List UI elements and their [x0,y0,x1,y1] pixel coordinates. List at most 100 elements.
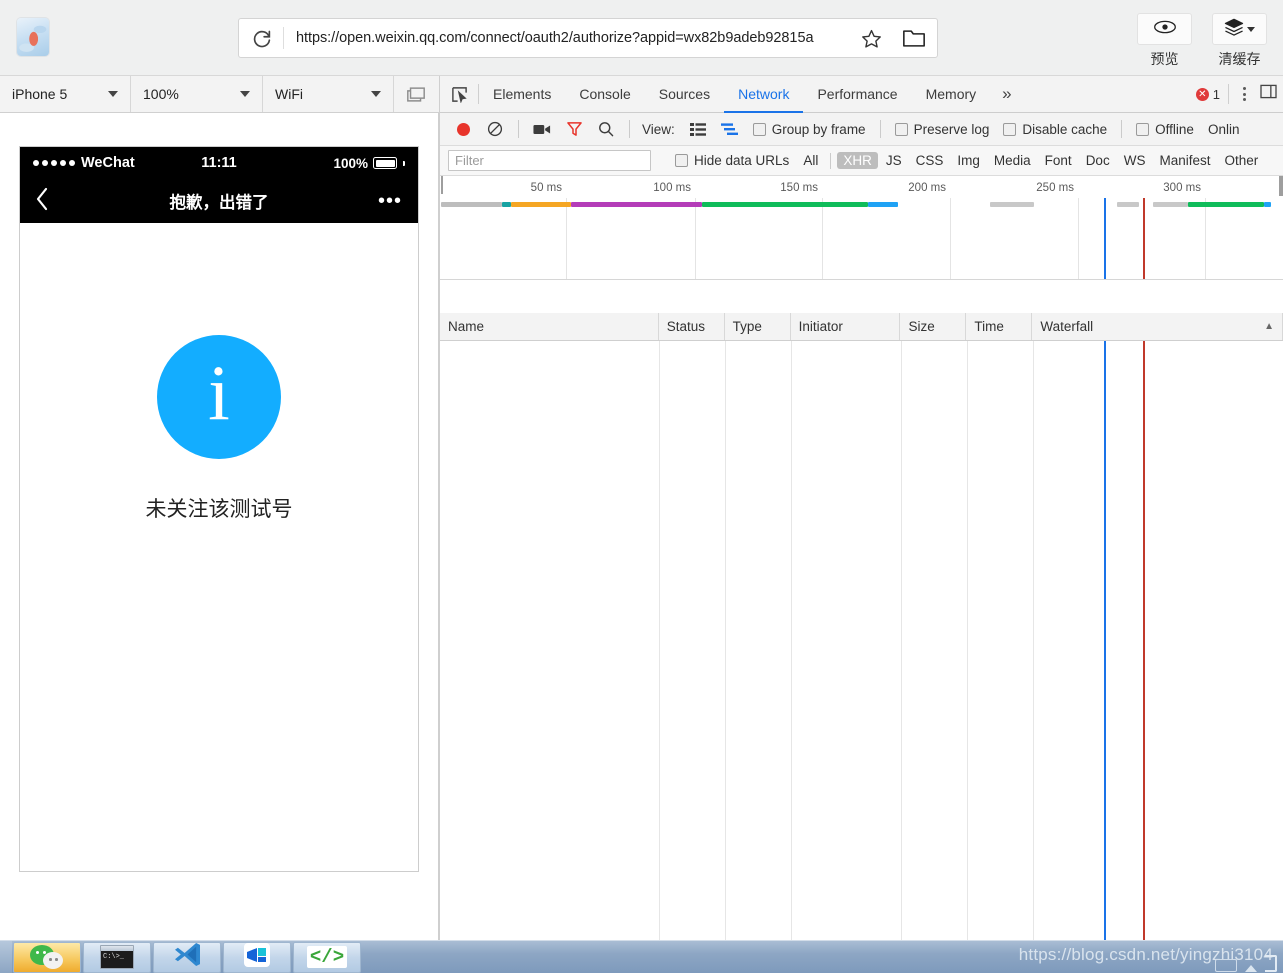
overview-request-band [1188,202,1264,207]
column-header-label: Status [666,319,705,334]
code-editor-icon: </> [306,946,348,968]
tab-console[interactable]: Console [565,76,644,113]
tab-network[interactable]: Network [724,76,804,113]
wechat-nav-bar: 抱歉，出错了 ••• [20,179,418,223]
more-dots-icon[interactable]: ••• [378,191,402,211]
network-throttle-value: WiFi [275,86,303,102]
info-circle-icon: i [157,335,281,459]
device-select-value: iPhone 5 [12,86,68,102]
tabbar-divider-right [1228,84,1229,104]
filter-type-font[interactable]: Font [1039,152,1078,169]
waterfall-view-icon[interactable] [715,117,745,141]
more-tabs-icon[interactable]: » [990,76,1023,112]
preserve-log-checkbox[interactable]: Preserve log [889,122,996,137]
bookmark-star-icon[interactable] [851,28,891,49]
clear-cache-button[interactable]: 清缓存 [1212,13,1267,69]
filter-input[interactable] [448,150,651,171]
clear-icon[interactable] [480,117,510,141]
chevron-down-icon [371,91,381,97]
site-favicon-icon [17,18,49,56]
filter-type-doc[interactable]: Doc [1080,152,1116,169]
network-overview-timeline[interactable]: 50 ms 100 ms 150 ms 200 ms 250 ms 300 ms [440,176,1283,280]
eye-icon [1153,19,1177,40]
filter-type-js[interactable]: JS [880,152,908,169]
device-select[interactable]: iPhone 5 [0,76,131,112]
preview-button[interactable]: 预览 [1137,13,1192,69]
dock-position-icon[interactable] [1260,84,1277,104]
column-header-label: Type [732,319,762,334]
page-title: 抱歉，出错了 [169,194,269,212]
filter-type-other[interactable]: Other [1218,152,1264,169]
network-throttle-select[interactable]: WiFi [263,76,394,112]
os-taskbar: C:\>_ </> https://blog.csdn.net/yingzhi3… [0,940,1283,973]
column-header-type[interactable]: Type [725,313,791,340]
toolbar-divider [518,120,519,138]
requests-table-header: Name Status Type Initiator Size Time Waterfall… [440,313,1283,341]
filter-type-manifest[interactable]: Manifest [1153,152,1216,169]
record-button[interactable] [448,117,478,141]
checkbox-box [675,154,688,167]
keyboard-icon[interactable] [1215,959,1237,972]
filter-type-media[interactable]: Media [988,152,1037,169]
zoom-select[interactable]: 100% [131,76,263,112]
filter-type-css[interactable]: CSS [910,152,950,169]
tab-performance[interactable]: Performance [803,76,911,113]
taskbar-item-vscode[interactable] [153,941,221,973]
column-header-time[interactable]: Time [966,313,1033,340]
offline-checkbox[interactable]: Offline [1130,122,1200,137]
filter-type-all[interactable]: All [797,152,824,169]
folder-icon[interactable] [891,28,937,49]
filter-type-ws[interactable]: WS [1118,152,1152,169]
layers-icon [1224,18,1244,41]
taskbar-item-blue-app[interactable] [223,941,291,973]
taskbar-item-terminal[interactable]: C:\>_ [83,941,151,973]
filter-type-xhr[interactable]: XHR [837,152,878,169]
overview-gridline [566,198,567,279]
column-header-name[interactable]: Name [440,313,659,340]
list-view-icon[interactable] [683,117,713,141]
filterbar-divider [830,152,832,169]
system-tray [1215,955,1277,972]
group-by-frame-checkbox[interactable]: Group by frame [747,122,872,137]
exit-icon[interactable] [1265,955,1277,972]
column-header-waterfall[interactable]: Waterfall ▲ [1032,313,1283,340]
taskbar-item-code-editor[interactable]: </> [293,941,361,973]
address-bar[interactable]: https://open.weixin.qq.com/connect/oauth… [238,18,938,58]
url-text[interactable]: https://open.weixin.qq.com/connect/oauth… [284,30,851,46]
search-icon[interactable] [591,117,621,141]
start-button[interactable] [0,940,12,973]
filter-type-img[interactable]: Img [951,152,986,169]
error-dot-icon: ✕ [1195,87,1209,101]
tab-memory[interactable]: Memory [912,76,991,113]
overview-request-band [511,202,571,207]
blue-app-icon [244,942,270,972]
throttle-select[interactable]: Onlin [1202,122,1246,137]
camera-icon[interactable] [527,117,557,141]
error-badge[interactable]: ✕ 1 [1195,87,1220,102]
more-options-icon[interactable] [1237,87,1252,101]
overview-left-handle[interactable] [441,176,443,194]
column-header-initiator[interactable]: Initiator [791,313,901,340]
hide-data-urls-checkbox[interactable]: Hide data URLs [669,153,795,168]
show-hidden-icons-icon[interactable] [1245,965,1257,972]
browser-toolbar: https://open.weixin.qq.com/connect/oauth… [0,0,1283,76]
tab-elements[interactable]: Elements [479,76,565,113]
filter-funnel-icon[interactable] [559,117,589,141]
column-header-size[interactable]: Size [900,313,967,340]
reload-icon[interactable] [239,28,283,49]
checkbox-box [752,122,766,136]
checkbox-box [1136,122,1150,136]
tab-sources[interactable]: Sources [645,76,724,113]
inspect-element-icon[interactable] [440,76,478,112]
rotate-screen-button[interactable] [394,76,438,112]
column-header-label: Initiator [798,319,843,334]
taskbar-item-wechat[interactable] [13,941,81,973]
group-by-frame-label: Group by frame [771,121,866,137]
network-filter-bar: Hide data URLs All XHR JS CSS Img Media … [440,146,1283,176]
column-header-status[interactable]: Status [659,313,725,340]
offline-label: Offline [1155,121,1194,137]
requests-table-body[interactable] [440,341,1283,940]
wechat-status-bar: WeChat 11:11 100% [20,147,418,179]
overview-right-handle[interactable] [1279,176,1283,196]
disable-cache-checkbox[interactable]: Disable cache [997,122,1113,137]
